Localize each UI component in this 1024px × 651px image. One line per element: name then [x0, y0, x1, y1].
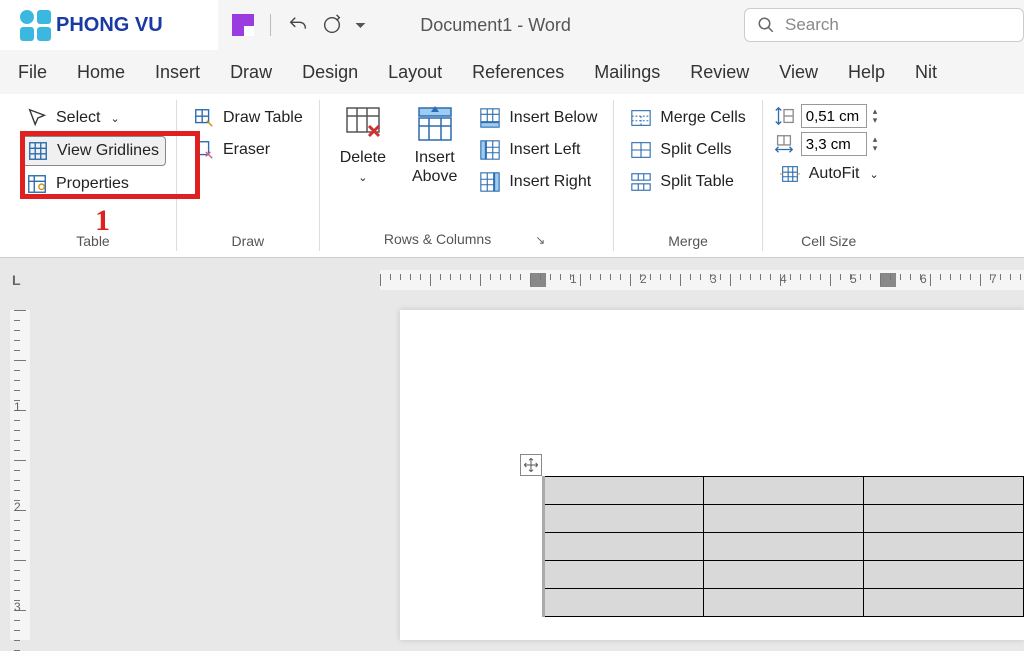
- split-cells-icon: [630, 139, 652, 161]
- save-icon[interactable]: [232, 14, 254, 36]
- document-title: Document1 - Word: [420, 15, 571, 36]
- properties-icon: [26, 173, 48, 195]
- logo-icon: [20, 10, 51, 41]
- tab-view[interactable]: View: [779, 62, 818, 83]
- draw-table-icon: [193, 107, 215, 129]
- ruler-vertical[interactable]: 123: [10, 310, 30, 640]
- col-width-input[interactable]: [801, 132, 867, 156]
- merge-cells-icon: [630, 107, 652, 129]
- group-label-merge: Merge: [624, 229, 751, 251]
- table-move-handle[interactable]: [520, 454, 542, 476]
- tab-layout[interactable]: Layout: [388, 62, 442, 83]
- search-icon: [757, 16, 775, 34]
- cursor-icon: [26, 107, 48, 129]
- insert-above-icon: [415, 104, 455, 144]
- insert-above-label: Insert Above: [412, 148, 457, 186]
- undo-icon[interactable]: [287, 14, 309, 36]
- tab-nitro[interactable]: Nit: [915, 62, 937, 83]
- row-height-input[interactable]: [801, 104, 867, 128]
- dialog-launcher-icon[interactable]: ↘: [531, 231, 549, 249]
- ruler-horizontal[interactable]: 12345678: [380, 270, 1024, 290]
- view-gridlines-button[interactable]: View Gridlines: [20, 136, 166, 166]
- col-width-field[interactable]: ▴▾: [773, 132, 885, 156]
- table-row: [544, 533, 1024, 561]
- row-height-field[interactable]: ▴▾: [773, 104, 885, 128]
- delete-button[interactable]: Delete⌄: [330, 100, 396, 227]
- eraser-button[interactable]: Eraser: [187, 136, 309, 164]
- group-label-table: Table: [20, 229, 166, 251]
- delete-icon: [343, 104, 383, 144]
- insert-below-icon: [479, 107, 501, 129]
- gridlines-icon: [27, 140, 49, 162]
- tab-draw[interactable]: Draw: [230, 62, 272, 83]
- select-button[interactable]: Select⌄: [20, 104, 166, 132]
- spinner-icon[interactable]: ▴▾: [873, 135, 878, 153]
- document-table[interactable]: [542, 476, 1024, 617]
- split-table-button[interactable]: Split Table: [624, 168, 751, 196]
- tab-references[interactable]: References: [472, 62, 564, 83]
- insert-left-icon: [479, 139, 501, 161]
- search-placeholder: Search: [785, 15, 839, 35]
- eraser-icon: [193, 139, 215, 161]
- insert-left-button[interactable]: Insert Left: [473, 136, 603, 164]
- qat-overflow-icon[interactable]: ⏷: [355, 17, 366, 34]
- height-icon: [773, 105, 795, 127]
- insert-right-icon: [479, 171, 501, 193]
- table-row: [544, 505, 1024, 533]
- move-icon: [523, 457, 539, 473]
- tab-review[interactable]: Review: [690, 62, 749, 83]
- insert-below-button[interactable]: Insert Below: [473, 104, 603, 132]
- logo-text: PHONG VU: [56, 14, 163, 37]
- draw-table-button[interactable]: Draw Table: [187, 104, 309, 132]
- table-row: [544, 561, 1024, 589]
- tab-mailings[interactable]: Mailings: [594, 62, 660, 83]
- quick-access-toolbar: ⏷: [218, 14, 380, 36]
- annotation-number: 1: [95, 204, 110, 238]
- insert-right-button[interactable]: Insert Right: [473, 168, 603, 196]
- group-label-rows-cols: Rows & Columns: [384, 231, 491, 249]
- spinner-icon[interactable]: ▴▾: [873, 107, 878, 125]
- split-cells-button[interactable]: Split Cells: [624, 136, 751, 164]
- table-row: [544, 477, 1024, 505]
- group-label-cell-size: Cell Size: [773, 229, 885, 251]
- autofit-button[interactable]: AutoFit⌄: [773, 160, 885, 188]
- merge-cells-button[interactable]: Merge Cells: [624, 104, 751, 132]
- tab-file[interactable]: File: [18, 62, 47, 83]
- autofit-icon: [779, 163, 801, 185]
- search-box[interactable]: Search: [744, 8, 1024, 42]
- insert-above-button[interactable]: Insert Above: [402, 100, 467, 227]
- split-table-icon: [630, 171, 652, 193]
- table-row: [544, 589, 1024, 617]
- width-icon: [773, 133, 795, 155]
- group-label-draw: Draw: [187, 229, 309, 251]
- tab-help[interactable]: Help: [848, 62, 885, 83]
- redo-icon[interactable]: [321, 14, 343, 36]
- ruler-corner: L: [12, 272, 21, 288]
- ribbon-tabs: File Home Insert Draw Design Layout Refe…: [0, 50, 1024, 94]
- brand-logo: PHONG VU: [0, 0, 218, 50]
- tab-design[interactable]: Design: [302, 62, 358, 83]
- ribbon: Select⌄ View Gridlines Properties Table …: [0, 94, 1024, 258]
- properties-button[interactable]: Properties: [20, 170, 166, 198]
- tab-home[interactable]: Home: [77, 62, 125, 83]
- tab-insert[interactable]: Insert: [155, 62, 200, 83]
